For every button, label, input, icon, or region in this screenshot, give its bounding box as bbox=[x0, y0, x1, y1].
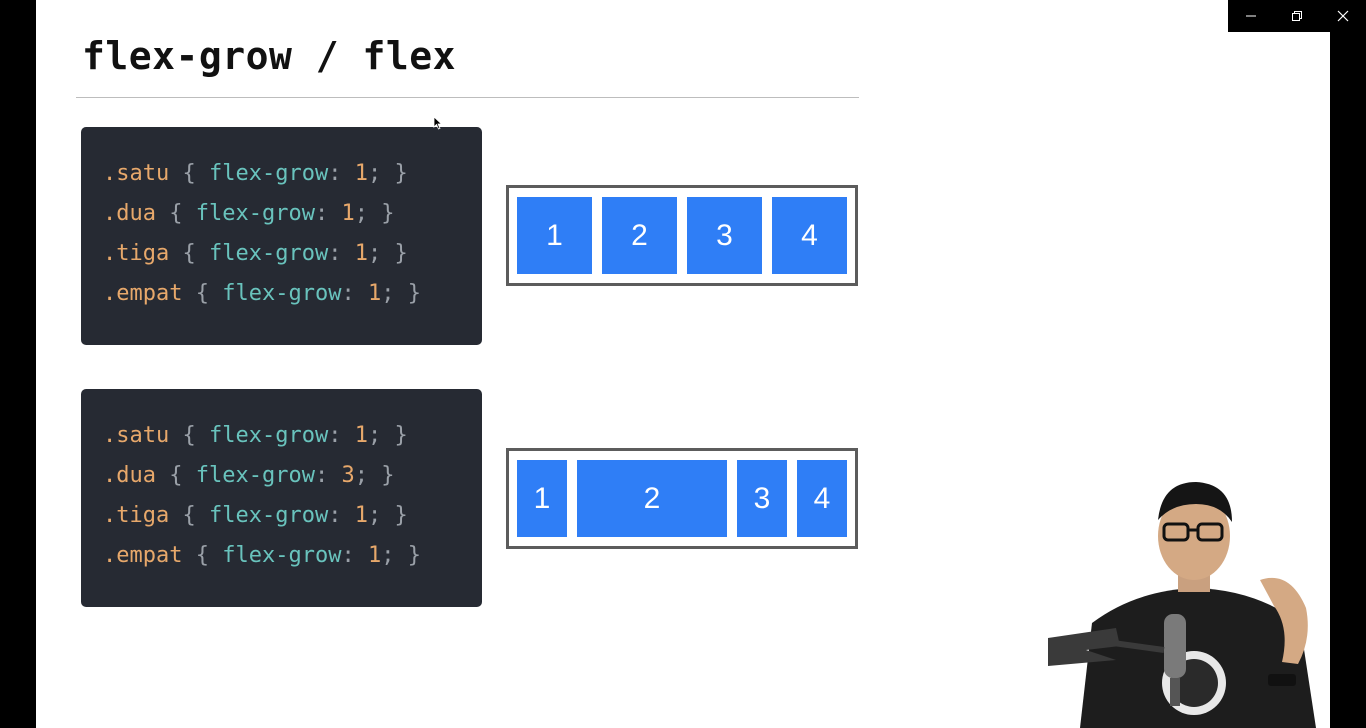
code-property: flex-grow bbox=[208, 161, 329, 186]
code-line: .tiga { flex-grow: 1; } bbox=[103, 241, 408, 266]
mouse-cursor-icon bbox=[433, 116, 443, 130]
flex-item-1: 1 bbox=[517, 197, 592, 274]
code-value: 1 bbox=[354, 503, 368, 528]
code-selector: .empat bbox=[103, 543, 183, 568]
code-property: flex-grow bbox=[195, 201, 315, 226]
code-value: 1 bbox=[354, 161, 368, 186]
code-property: flex-grow bbox=[208, 503, 329, 528]
flex-item-2: 2 bbox=[602, 197, 677, 274]
code-line: .dua { flex-grow: 3; } bbox=[103, 463, 395, 488]
code-line: .empat { flex-grow: 1; } bbox=[103, 543, 421, 568]
code-value: 1 bbox=[341, 201, 355, 226]
code-panel-equal: .satu { flex-grow: 1; } .dua { flex-grow… bbox=[81, 127, 482, 345]
minimize-button[interactable] bbox=[1228, 0, 1274, 32]
code-property: flex-grow bbox=[208, 241, 329, 266]
title-divider bbox=[76, 97, 859, 98]
code-value: 1 bbox=[367, 543, 382, 568]
code-property: flex-grow bbox=[222, 281, 342, 306]
slide-title: flex-grow / flex bbox=[82, 34, 457, 78]
close-icon bbox=[1337, 10, 1349, 22]
code-selector: .tiga bbox=[103, 241, 170, 266]
flex-item-3: 3 bbox=[687, 197, 762, 274]
flex-demo-uneven: 1 2 3 4 bbox=[506, 448, 858, 549]
flex-container: 1 2 3 4 bbox=[517, 197, 847, 274]
code-value: 3 bbox=[341, 463, 355, 488]
code-property: flex-grow bbox=[208, 423, 329, 448]
presenter-video bbox=[1046, 478, 1330, 728]
code-panel-uneven: .satu { flex-grow: 1; } .dua { flex-grow… bbox=[81, 389, 482, 607]
code-line: .satu { flex-grow: 1; } bbox=[103, 423, 408, 448]
code-selector: .satu bbox=[103, 161, 170, 186]
code-line: .dua { flex-grow: 1; } bbox=[103, 201, 395, 226]
restore-button[interactable] bbox=[1274, 0, 1320, 32]
code-selector: .tiga bbox=[103, 503, 170, 528]
flex-container: 1 2 3 4 bbox=[517, 460, 847, 537]
flex-item-2: 2 bbox=[577, 460, 727, 537]
code-selector: .satu bbox=[103, 423, 170, 448]
flex-item-3: 3 bbox=[737, 460, 787, 537]
flex-item-1: 1 bbox=[517, 460, 567, 537]
code-selector: .dua bbox=[103, 201, 156, 226]
flex-demo-equal: 1 2 3 4 bbox=[506, 185, 858, 286]
code-selector: .empat bbox=[103, 281, 183, 306]
close-button[interactable] bbox=[1320, 0, 1366, 32]
code-property: flex-grow bbox=[195, 463, 315, 488]
code-value: 1 bbox=[354, 423, 368, 448]
window-controls bbox=[1228, 0, 1366, 32]
code-value: 1 bbox=[354, 241, 368, 266]
restore-icon bbox=[1292, 11, 1302, 21]
minimize-icon bbox=[1246, 15, 1256, 17]
code-property: flex-grow bbox=[222, 543, 342, 568]
code-line: .satu { flex-grow: 1; } bbox=[103, 161, 408, 186]
flex-item-4: 4 bbox=[797, 460, 847, 537]
code-value: 1 bbox=[367, 281, 382, 306]
code-line: .tiga { flex-grow: 1; } bbox=[103, 503, 408, 528]
slide: flex-grow / flex .satu { flex-grow: 1; }… bbox=[36, 0, 1330, 728]
code-line: .empat { flex-grow: 1; } bbox=[103, 281, 421, 306]
code-selector: .dua bbox=[103, 463, 156, 488]
flex-item-4: 4 bbox=[772, 197, 847, 274]
